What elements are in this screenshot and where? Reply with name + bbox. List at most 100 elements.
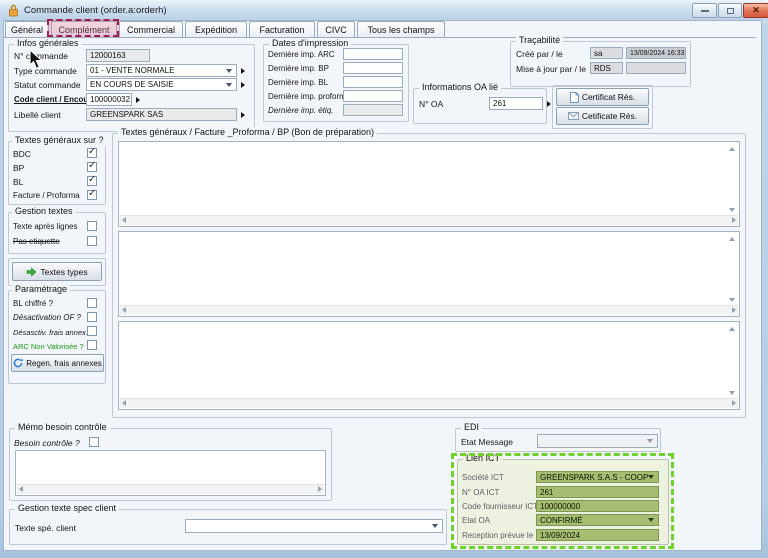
- group-gestion-textes-label: Gestion textes: [12, 206, 76, 217]
- scroll-down-icon[interactable]: [729, 391, 735, 395]
- code-client-field[interactable]: 100000032: [86, 93, 132, 106]
- textes-generaux-textarea-1[interactable]: [118, 141, 740, 227]
- besoin-controle-checkbox[interactable]: [89, 437, 99, 447]
- cetificate-res-button[interactable]: Cetificate Rés.: [556, 107, 649, 125]
- group-gestion-texte-spec-label: Gestion texte spec client: [15, 503, 119, 514]
- refresh-icon: [13, 358, 23, 368]
- chevron-down-icon: [226, 83, 232, 87]
- textes-types-button[interactable]: Textes types: [12, 262, 102, 281]
- cree-par-date-field: 13/09/2024 16:33: [626, 47, 686, 59]
- num-oa-link-marker[interactable]: [547, 101, 551, 107]
- arc-non-valorisee-label: ARC Non Valorisée ?: [13, 342, 84, 351]
- horizontal-scrollbar[interactable]: [120, 305, 738, 315]
- horizontal-scrollbar[interactable]: [17, 484, 324, 494]
- scroll-left-icon[interactable]: [19, 486, 23, 492]
- scroll-up-icon[interactable]: [729, 147, 735, 151]
- imp-etiq-field: [343, 104, 403, 116]
- window-title: Commande client (order.a:orderh): [24, 5, 167, 16]
- libelle-client-link-marker[interactable]: [241, 112, 245, 118]
- maximize-button[interactable]: [718, 3, 742, 18]
- textes-generaux-textarea-3[interactable]: [118, 321, 740, 410]
- etat-oa-combo[interactable]: CONFIRMÉ: [536, 514, 659, 526]
- statut-commande-link-marker[interactable]: [241, 82, 245, 88]
- tab-tous-les-champs[interactable]: Tous les champs: [357, 21, 445, 38]
- tab-commercial[interactable]: Commercial: [119, 21, 183, 38]
- scroll-down-icon[interactable]: [729, 298, 735, 302]
- envelope-icon: [568, 112, 579, 120]
- type-commande-label: Type commande: [14, 66, 77, 76]
- scroll-left-icon[interactable]: [122, 400, 126, 406]
- societe-ict-combo[interactable]: GREENSPARK S.A.S - COOP: [536, 471, 659, 483]
- imp-proforma-label: Dernière imp. proforma: [268, 92, 350, 101]
- certificat-res-button[interactable]: Certificat Rés.: [556, 88, 649, 106]
- scroll-left-icon[interactable]: [122, 217, 126, 223]
- chevron-down-icon: [648, 518, 654, 522]
- arc-non-valorisee-checkbox[interactable]: [87, 340, 97, 350]
- scroll-up-icon[interactable]: [729, 327, 735, 331]
- bdc-checkbox[interactable]: ✓: [87, 148, 97, 158]
- imp-bp-label: Dernière imp. BP: [268, 64, 329, 73]
- statut-commande-label: Statut commande: [14, 80, 81, 90]
- horizontal-scrollbar[interactable]: [120, 398, 738, 408]
- close-button[interactable]: ✕: [743, 3, 768, 18]
- desactivation-of-checkbox[interactable]: [87, 312, 97, 322]
- imp-arc-label: Dernière imp. ARC: [268, 50, 335, 59]
- pas-etiquette-checkbox[interactable]: [87, 236, 97, 246]
- libelle-client-field: GREENSPARK SAS: [86, 108, 237, 121]
- besoin-controle-label: Besoin contrôle ?: [14, 438, 80, 448]
- reception-prevue-field[interactable]: 13/09/2024: [536, 529, 659, 541]
- code-client-label[interactable]: Code client / Encours: [14, 95, 96, 104]
- bp-checkbox[interactable]: ✓: [87, 162, 97, 172]
- maj-par-user-field: RDS: [590, 62, 623, 74]
- type-commande-link-marker[interactable]: [241, 68, 245, 74]
- scroll-up-icon[interactable]: [729, 237, 735, 241]
- tab-general[interactable]: Général: [5, 21, 49, 38]
- texte-spe-client-combo[interactable]: [185, 519, 443, 533]
- bl-label: BL: [13, 177, 23, 187]
- maximize-icon: [727, 8, 734, 14]
- scroll-right-icon[interactable]: [318, 486, 322, 492]
- num-oa-ict-field[interactable]: 261: [536, 486, 659, 498]
- cree-par-user-field: sa: [590, 47, 623, 59]
- bp-label: BP: [13, 163, 24, 173]
- memo-textarea[interactable]: [15, 450, 326, 496]
- statut-commande-combo[interactable]: EN COURS DE SAISIE: [86, 78, 237, 91]
- type-commande-combo[interactable]: 01 - VENTE NORMALE: [86, 64, 237, 77]
- target-annotation-complement: [47, 19, 119, 37]
- tab-civc[interactable]: CIVC: [317, 21, 355, 38]
- tab-expedition[interactable]: Expédition: [185, 21, 247, 38]
- facture-proforma-checkbox[interactable]: ✓: [87, 190, 97, 200]
- bl-checkbox[interactable]: ✓: [87, 176, 97, 186]
- imp-proforma-field[interactable]: [343, 90, 403, 102]
- imp-bp-field[interactable]: [343, 62, 403, 74]
- lock-icon: [8, 4, 19, 17]
- bl-chiffre-checkbox[interactable]: [87, 298, 97, 308]
- imp-arc-field[interactable]: [343, 48, 403, 60]
- regen-frais-annexes-button[interactable]: Regen. frais annexes: [11, 354, 104, 372]
- scroll-right-icon[interactable]: [732, 400, 736, 406]
- mouse-cursor-icon: [29, 49, 44, 75]
- desactiv-frais-annex-checkbox[interactable]: [87, 326, 97, 336]
- scroll-down-icon[interactable]: [729, 208, 735, 212]
- pas-etiquette-label: Pas etiquette: [13, 237, 60, 246]
- maj-par-date-field: [626, 62, 686, 74]
- etat-message-combo[interactable]: [537, 434, 658, 448]
- etat-message-label: Etat Message: [461, 437, 513, 447]
- scroll-right-icon[interactable]: [732, 307, 736, 313]
- scroll-left-icon[interactable]: [122, 307, 126, 313]
- scroll-right-icon[interactable]: [732, 217, 736, 223]
- num-oa-field[interactable]: 261: [489, 97, 543, 110]
- chevron-down-icon: [226, 69, 232, 73]
- group-dates-impression-label: Dates d'impression: [269, 38, 351, 49]
- imp-bl-label: Dernière imp. BL: [268, 78, 328, 87]
- code-fournisseur-ict-field[interactable]: 100000000: [536, 500, 659, 512]
- tab-facturation[interactable]: Facturation: [249, 21, 315, 38]
- libelle-client-label: Libellé client: [14, 110, 61, 120]
- imp-bl-field[interactable]: [343, 76, 403, 88]
- minimize-button[interactable]: [692, 3, 717, 18]
- texte-apres-lignes-checkbox[interactable]: [87, 221, 97, 231]
- horizontal-scrollbar[interactable]: [120, 215, 738, 225]
- minimize-icon: [701, 10, 709, 12]
- textes-generaux-textarea-2[interactable]: [118, 231, 740, 317]
- code-client-link-marker[interactable]: [136, 97, 140, 103]
